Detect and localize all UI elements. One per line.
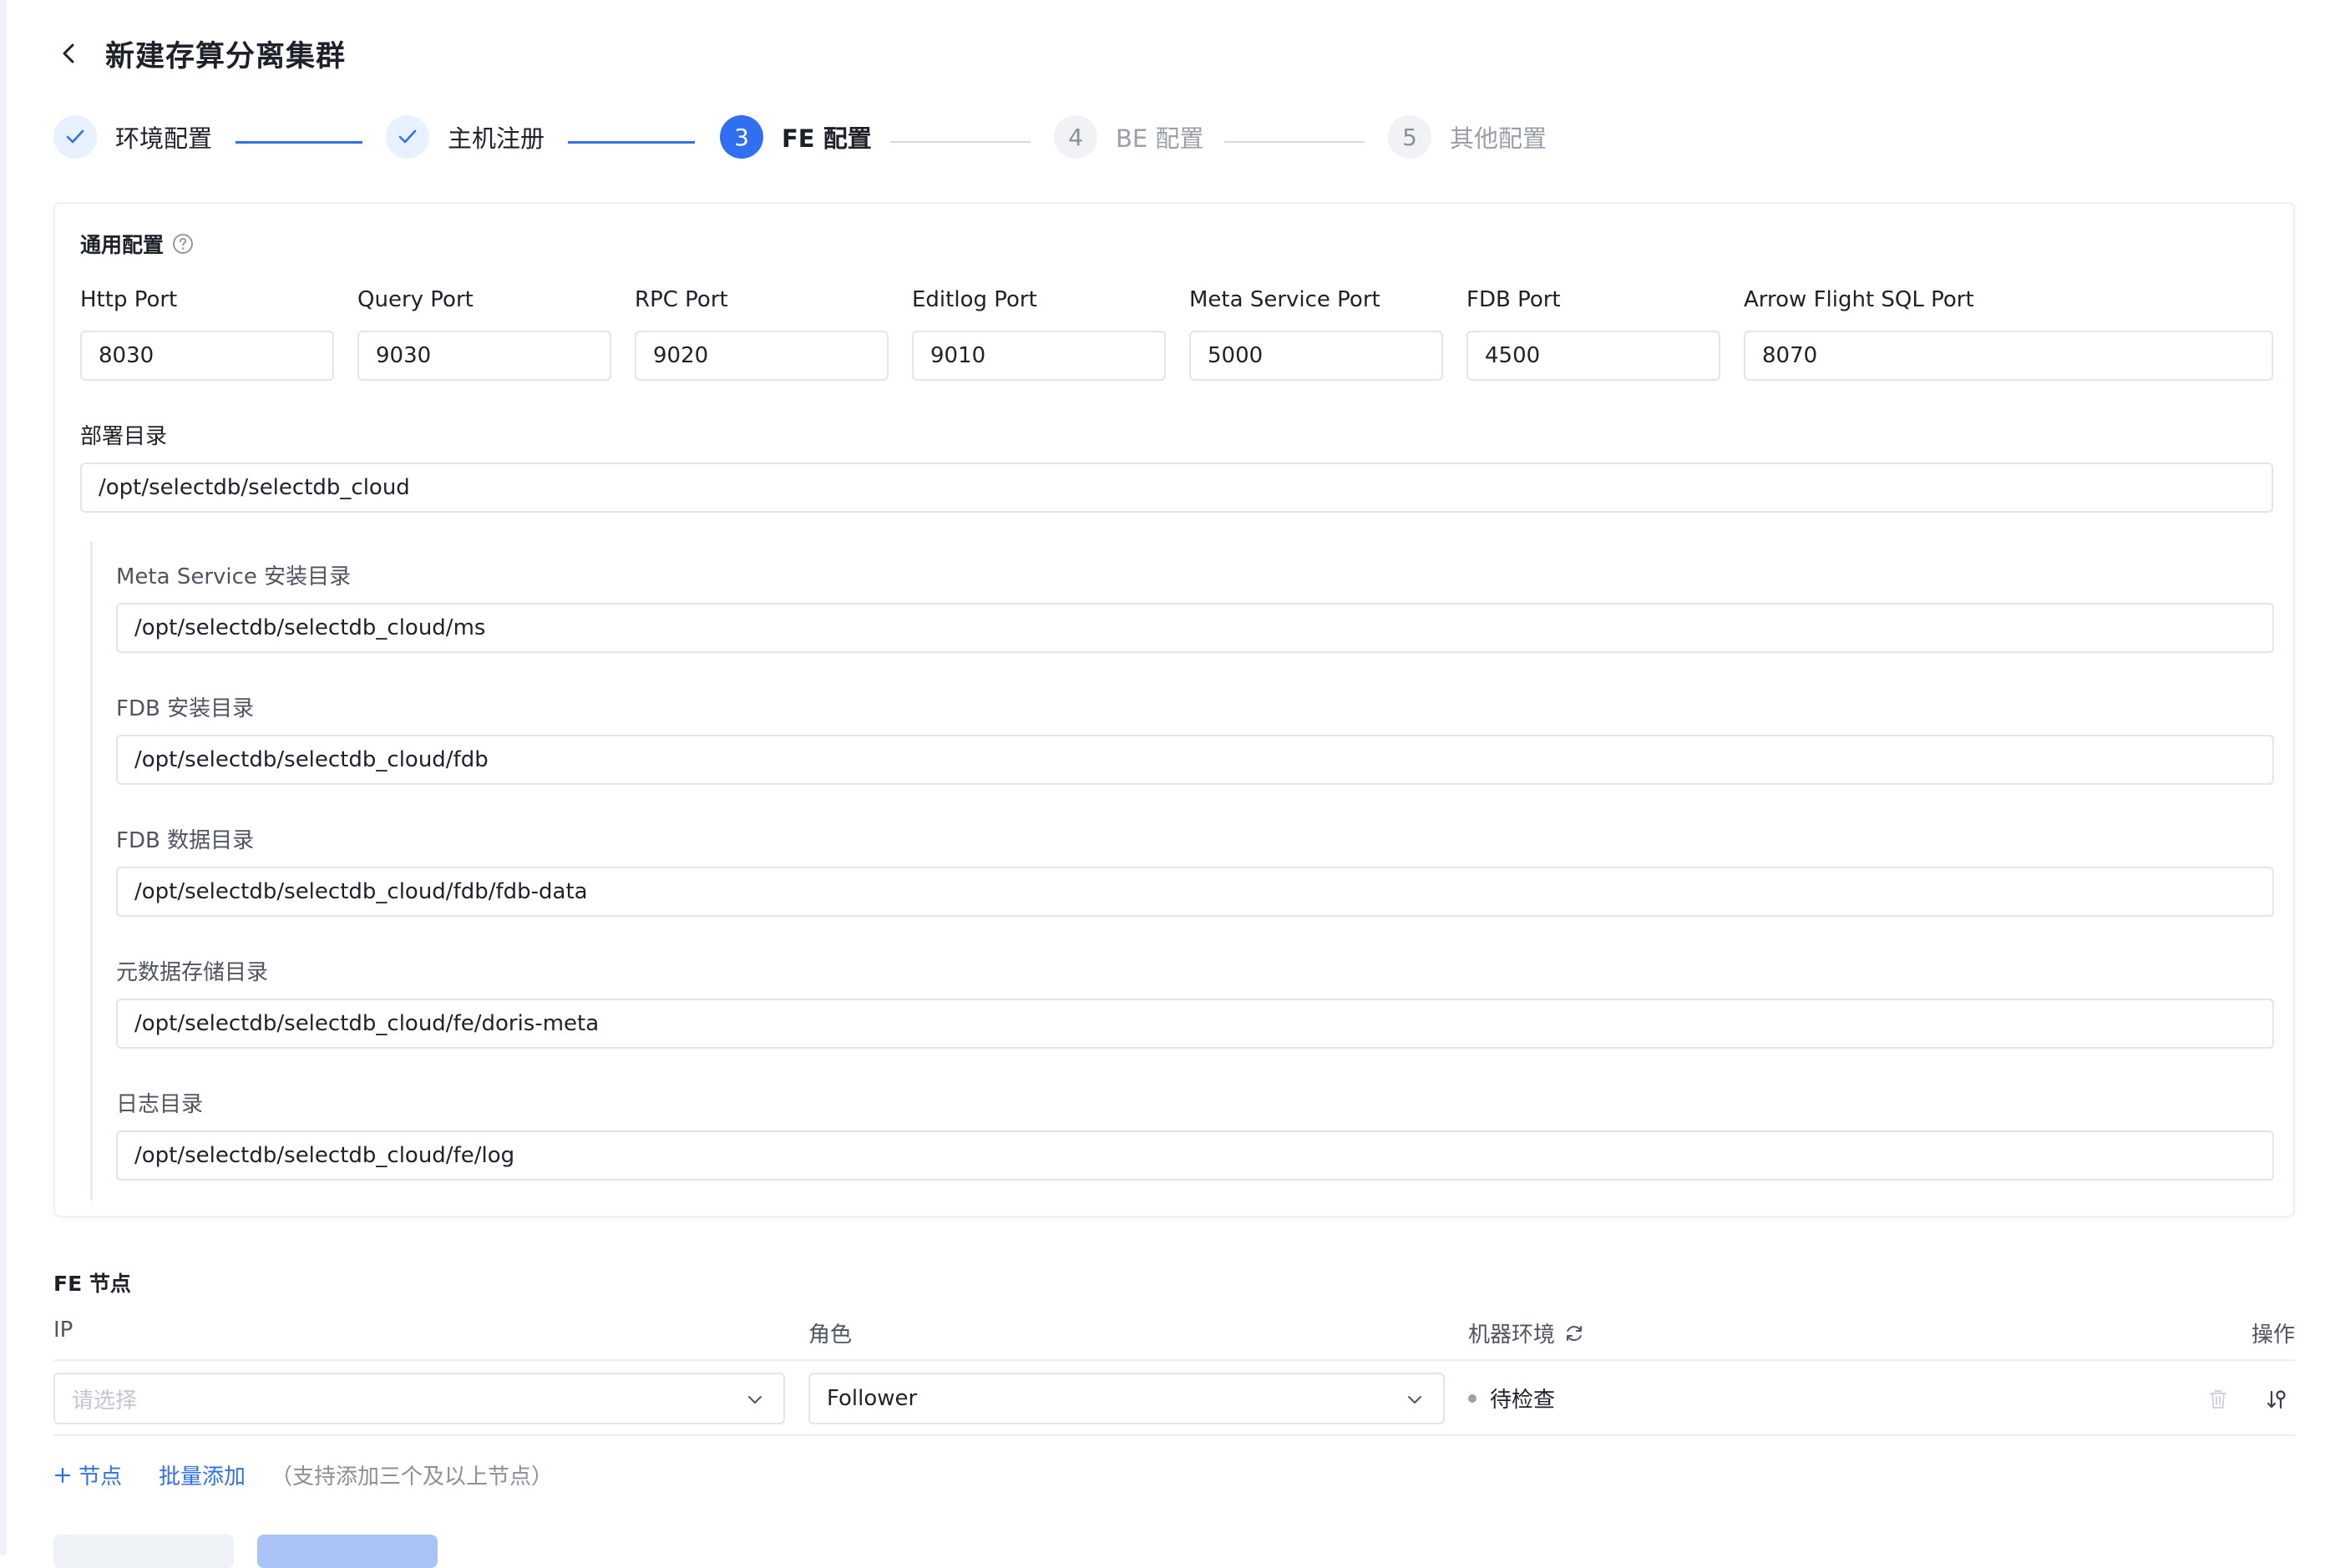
- step-host-register[interactable]: 主机注册: [386, 114, 544, 160]
- fe-nodes-title: FE 节点: [53, 1272, 131, 1296]
- step-number: 5: [1388, 115, 1431, 159]
- key-settings-icon[interactable]: [2262, 1384, 2292, 1414]
- query-port-label: Query Port: [357, 287, 474, 312]
- step-connector: [1224, 141, 1365, 143]
- batch-add-button[interactable]: 批量添加: [159, 1459, 246, 1490]
- role-select[interactable]: Follower: [808, 1373, 1445, 1424]
- http-port-input[interactable]: 8030: [80, 331, 334, 381]
- deploy-dir-input[interactable]: /opt/selectdb/selectdb_cloud: [80, 463, 2273, 513]
- column-ip: IP: [53, 1318, 73, 1343]
- batch-add-hint: （支持添加三个及以上节点）: [271, 1464, 554, 1490]
- chevron-down-icon: [1405, 1389, 1425, 1409]
- step-be-config[interactable]: 4 BE 配置: [1054, 114, 1203, 160]
- question-circle-icon[interactable]: [172, 233, 194, 255]
- page-header: 新建存算分离集群: [53, 30, 346, 77]
- status-dot: [1468, 1393, 1476, 1403]
- fe-node-actions: 节点 批量添加 （支持添加三个及以上节点）: [53, 1459, 553, 1490]
- column-role: 角色: [808, 1323, 853, 1348]
- role-select-value: Follower: [827, 1386, 918, 1411]
- fdb-install-dir-label: FDB 安装目录: [116, 696, 255, 721]
- meta-service-port-label: Meta Service Port: [1189, 287, 1380, 312]
- step-label: FE 配置: [782, 124, 872, 153]
- step-number: 3: [720, 115, 763, 159]
- meta-storage-dir-input[interactable]: /opt/selectdb/selectdb_cloud/fe/doris-me…: [116, 999, 2274, 1049]
- fdb-install-dir-input[interactable]: /opt/selectdb/selectdb_cloud/fdb: [116, 735, 2274, 785]
- next-button[interactable]: [257, 1535, 438, 1568]
- editlog-port-label: Editlog Port: [912, 287, 1037, 312]
- rpc-port-input[interactable]: 9020: [635, 331, 889, 381]
- step-fe-config[interactable]: 3 FE 配置: [720, 114, 872, 160]
- step-env-config[interactable]: 环境配置: [53, 114, 212, 160]
- chevron-down-icon: [745, 1389, 765, 1409]
- fdb-port-input[interactable]: 4500: [1466, 331, 1720, 381]
- chevron-left-icon[interactable]: [53, 38, 84, 68]
- arrow-flight-port-input[interactable]: 8070: [1744, 331, 2273, 381]
- ms-install-dir-input[interactable]: /opt/selectdb/selectdb_cloud/ms: [116, 603, 2274, 653]
- meta-service-port-input[interactable]: 5000: [1189, 331, 1443, 381]
- trash-icon[interactable]: [2203, 1384, 2233, 1414]
- previous-button[interactable]: [53, 1535, 234, 1568]
- general-config-title: 通用配置: [80, 233, 165, 257]
- table-header-divider: [53, 1359, 2295, 1361]
- arrow-flight-port-label: Arrow Flight SQL Port: [1744, 287, 1974, 312]
- http-port-label: Http Port: [80, 287, 178, 312]
- step-connector: [236, 141, 362, 144]
- ip-select-placeholder: 请选择: [72, 1388, 138, 1414]
- left-edge-bar: [0, 0, 7, 1555]
- fdb-port-label: FDB Port: [1466, 287, 1561, 312]
- fdb-data-dir-input[interactable]: /opt/selectdb/selectdb_cloud/fdb/fdb-dat…: [116, 867, 2274, 917]
- section-title: 通用配置: [80, 229, 194, 259]
- env-status-text: 待检查: [1490, 1388, 1556, 1413]
- query-port-input[interactable]: 9030: [357, 331, 611, 381]
- env-status: 待检查: [1468, 1383, 1555, 1414]
- rpc-port-label: RPC Port: [635, 287, 728, 312]
- check-icon: [386, 115, 429, 159]
- deploy-dir-label: 部署目录: [80, 424, 168, 449]
- editlog-port-input[interactable]: 9010: [912, 331, 1166, 381]
- general-config-card: 通用配置 Http Port Query Port RPC Port Editl…: [53, 202, 2295, 1217]
- step-connector: [568, 141, 695, 144]
- steps-bar: 环境配置 主机注册 3 FE 配置 4 BE 配置 5 其他配置: [53, 114, 1557, 160]
- ms-install-dir-label: Meta Service 安装目录: [116, 564, 352, 589]
- sub-directory-group: Meta Service 安装目录 /opt/selectdb/selectdb…: [90, 541, 2294, 1201]
- ip-select[interactable]: 请选择: [53, 1373, 785, 1424]
- log-dir-label: 日志目录: [116, 1092, 204, 1117]
- step-label: BE 配置: [1116, 124, 1204, 153]
- step-other-config[interactable]: 5 其他配置: [1388, 114, 1547, 160]
- step-number: 4: [1054, 115, 1097, 159]
- column-env-label: 机器环境: [1468, 1323, 1556, 1348]
- plus-icon: [53, 1466, 72, 1485]
- step-label: 主机注册: [448, 124, 545, 153]
- add-node-label: 节点: [79, 1464, 123, 1490]
- page-title: 新建存算分离集群: [105, 39, 347, 73]
- column-env: 机器环境: [1468, 1318, 1585, 1348]
- table-row-divider: [53, 1434, 2295, 1436]
- step-label: 环境配置: [115, 124, 213, 153]
- step-label: 其他配置: [1450, 124, 1547, 153]
- column-actions: 操作: [2251, 1323, 2296, 1348]
- fdb-data-dir-label: FDB 数据目录: [116, 828, 255, 853]
- log-dir-input[interactable]: /opt/selectdb/selectdb_cloud/fe/log: [116, 1130, 2274, 1181]
- add-node-button[interactable]: 节点: [53, 1459, 122, 1490]
- meta-storage-dir-label: 元数据存储目录: [116, 960, 269, 985]
- refresh-icon[interactable]: [1563, 1323, 1585, 1344]
- step-connector: [890, 141, 1031, 143]
- check-icon: [53, 115, 97, 159]
